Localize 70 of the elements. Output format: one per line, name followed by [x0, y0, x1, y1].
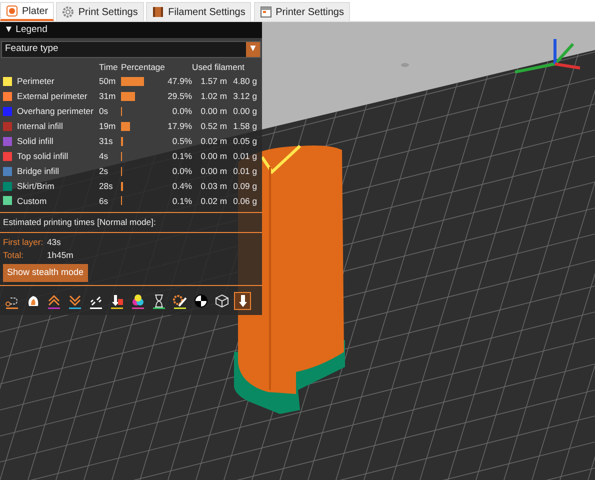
feature-time: 28s — [99, 180, 114, 193]
column-header: Used filament — [192, 60, 246, 74]
filament-weight: 3.12 g — [232, 90, 257, 104]
filament-weight: 0.09 g — [232, 180, 257, 193]
gear-icon — [62, 6, 74, 18]
cube-icon[interactable] — [213, 292, 230, 310]
feature-name: Bridge infill — [17, 164, 60, 178]
color-drops-icon[interactable] — [129, 292, 146, 310]
feature-time: 6s — [99, 194, 110, 208]
target-icon[interactable] — [192, 292, 209, 310]
filament-weight: 0.05 g — [232, 134, 257, 148]
stealth-mode-button[interactable]: Show stealth mode — [3, 264, 88, 282]
estimate-title: Estimated printing times [Normal mode]: — [0, 212, 262, 232]
feature-percentage: 47.9% — [167, 75, 192, 88]
feature-name: Overhang perimeter — [17, 105, 94, 118]
tab[interactable]: Printer Settings — [254, 2, 350, 21]
feature-percentage: 17.9% — [167, 120, 192, 133]
feature-time: 31s — [99, 134, 114, 148]
column-header: Time — [99, 60, 119, 74]
feature-percentage: 0.1% — [171, 194, 192, 208]
filament-length: 0.00 m — [200, 105, 227, 118]
time-label: Total: — [3, 249, 25, 262]
feature-time: 0s — [99, 105, 110, 118]
filament-weight: 4.80 g — [232, 75, 257, 88]
collapse-toggle[interactable]: ▼ — [4, 23, 14, 38]
tab[interactable]: Filament Settings — [146, 2, 252, 21]
filament-length: 0.00 m — [200, 164, 227, 178]
tool-marker-icon[interactable] — [234, 292, 251, 310]
filament-length: 0.03 m — [200, 180, 227, 193]
feature-name: External perimeter — [17, 90, 88, 104]
feature-name: Internal infill — [17, 120, 64, 133]
filament-weight: 0.01 g — [232, 150, 257, 163]
filament-length: 0.02 m — [200, 194, 227, 208]
view-type-dropdown[interactable]: Feature type ▼ — [1, 41, 261, 58]
column-header: Percentage — [121, 60, 166, 74]
hourglass-icon[interactable] — [150, 292, 167, 310]
printer-icon — [260, 6, 272, 18]
plate-icon — [6, 5, 18, 17]
filament-length: 1.02 m — [200, 90, 227, 104]
feature-time: 19m — [99, 120, 117, 133]
feature-name: Perimeter — [17, 75, 56, 88]
feature-percentage: 0.5% — [171, 134, 192, 148]
feature-name: Custom — [17, 194, 48, 208]
filament-length: 1.57 m — [200, 75, 227, 88]
spool-icon — [152, 6, 164, 18]
filament-length: 0.02 m — [200, 134, 227, 148]
tab[interactable]: Print Settings — [56, 2, 144, 21]
tab[interactable]: Plater — [0, 2, 54, 21]
feature-percentage: 0.0% — [171, 164, 192, 178]
feature-name: Skirt/Brim — [17, 180, 56, 193]
time-value: 43s — [47, 237, 61, 248]
filament-weight: 0.00 g — [232, 105, 257, 118]
feature-percentage: 0.4% — [171, 180, 192, 193]
feature-name: Solid infill — [17, 134, 54, 148]
filament-length: 0.52 m — [200, 120, 227, 133]
feature-time: 50m — [99, 75, 117, 88]
feature-percentage: 29.5% — [167, 90, 192, 104]
feature-time: 4s — [99, 150, 110, 163]
filament-weight: 0.01 g — [232, 164, 257, 178]
feature-percentage: 0.1% — [171, 150, 192, 163]
legend-title: Legend — [16, 23, 48, 37]
filament-length: 0.00 m — [200, 150, 227, 163]
filament-weight: 1.58 g — [232, 120, 257, 133]
feature-percentage: 0.0% — [171, 105, 192, 118]
feature-time: 2s — [99, 164, 110, 178]
filament-weight: 0.06 g — [232, 194, 257, 208]
feature-time: 31m — [99, 90, 117, 104]
time-label: First layer: — [3, 236, 44, 250]
feature-name: Top solid infill — [17, 150, 70, 163]
time-value: 1h45m — [47, 250, 74, 260]
